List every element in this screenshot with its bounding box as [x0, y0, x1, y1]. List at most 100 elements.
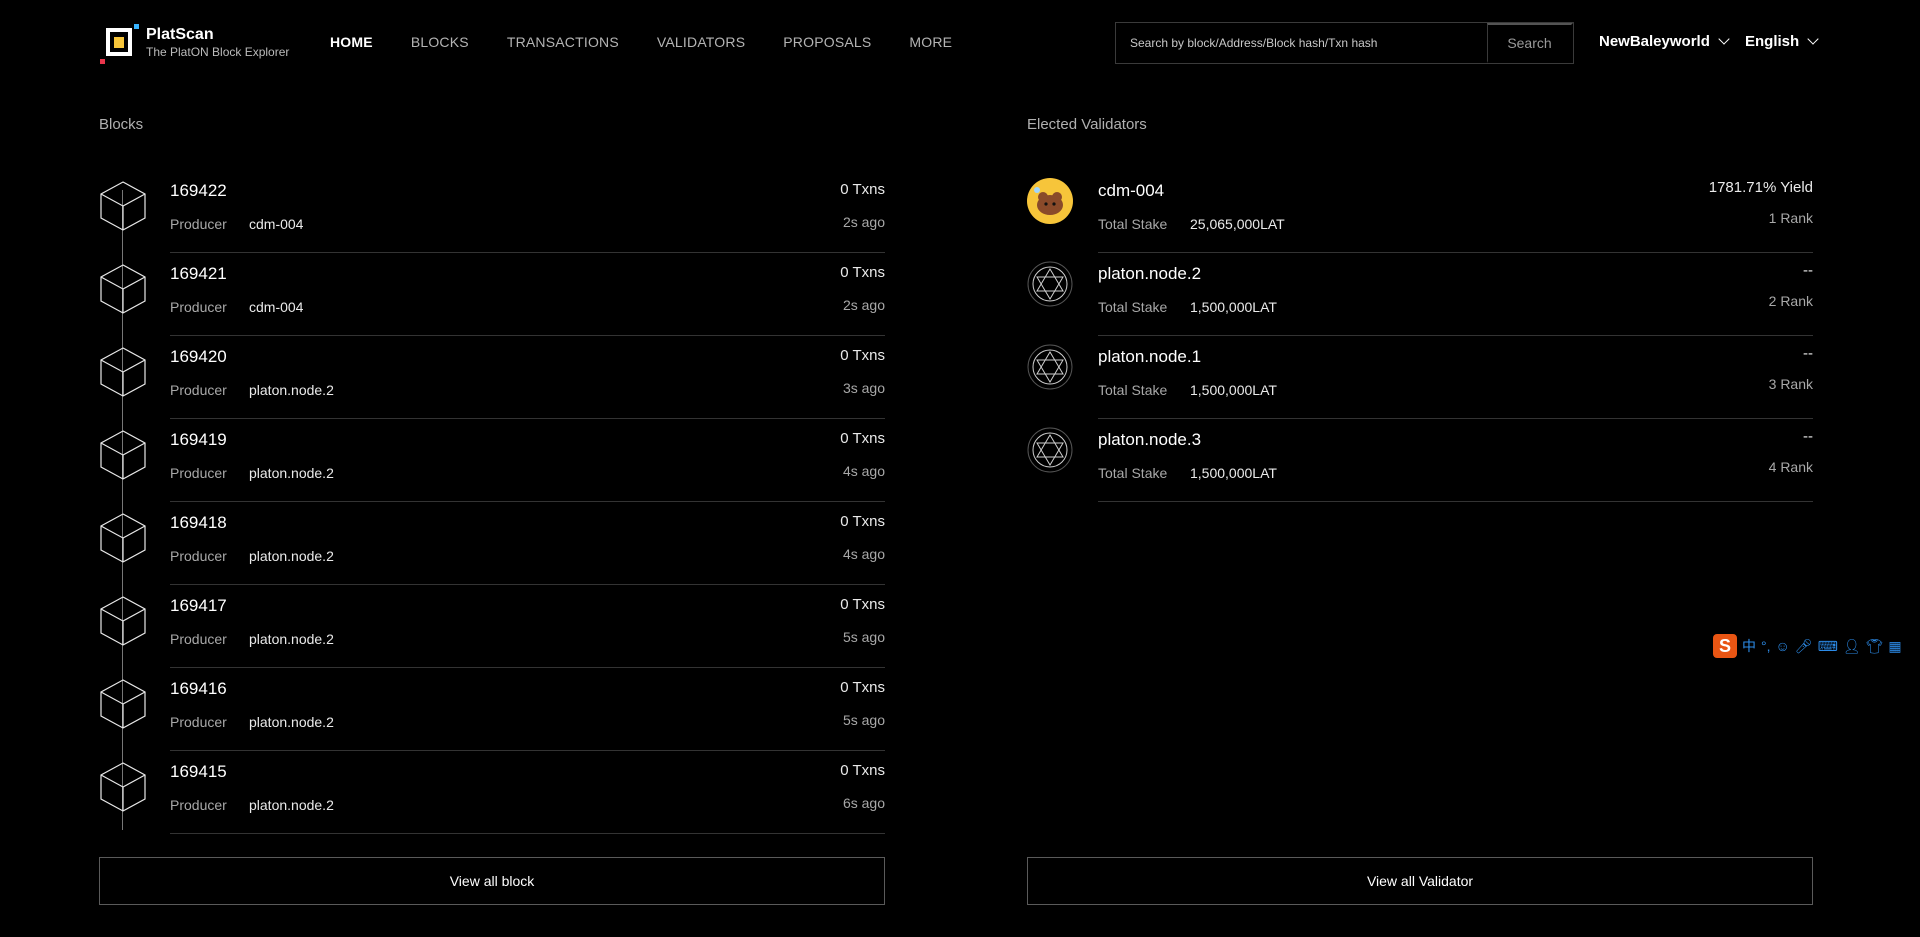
network-dropdown[interactable]: NewBaleyworld — [1599, 33, 1730, 50]
block-row[interactable]: 169418 Producer platon.node.2 0 Txns 4s ago — [99, 502, 885, 585]
producer-label: Producer — [170, 216, 227, 232]
stake-label: Total Stake — [1098, 216, 1168, 232]
block-row[interactable]: 169422 Producer cdm-004 0 Txns 2s ago — [99, 170, 885, 253]
block-number[interactable]: 169418 — [170, 513, 227, 533]
user-icon[interactable]: 👤︎ — [1843, 638, 1861, 655]
producer-name[interactable]: platon.node.2 — [249, 714, 334, 730]
validators-title: Elected Validators — [1027, 116, 1147, 133]
validator-yield: -- — [1803, 428, 1813, 445]
platon-logo-icon — [1027, 261, 1073, 307]
block-row[interactable]: 169416 Producer platon.node.2 0 Txns 5s ago — [99, 668, 885, 751]
stake-label: Total Stake — [1098, 465, 1168, 481]
stake-value: 25,065,000LAT — [1190, 216, 1285, 232]
validator-rank: 4 Rank — [1768, 459, 1813, 475]
block-number[interactable]: 169421 — [170, 264, 227, 284]
search-button[interactable]: Search — [1487, 23, 1573, 63]
validator-row[interactable]: platon.node.2 Total Stake 1,500,000LAT -- 2 … — [1027, 253, 1813, 336]
view-all-validators-button[interactable]: View all Validator — [1027, 857, 1813, 905]
block-number[interactable]: 169419 — [170, 430, 227, 450]
block-row[interactable]: 169419 Producer platon.node.2 0 Txns 4s ago — [99, 419, 885, 502]
sogou-logo-icon[interactable]: S — [1713, 634, 1737, 658]
block-age: 4s ago — [842, 546, 885, 562]
block-row[interactable]: 169420 Producer platon.node.2 0 Txns 3s ago — [99, 336, 885, 419]
validator-row[interactable]: platon.node.1 Total Stake 1,500,000LAT -- 3 … — [1027, 336, 1813, 419]
block-row[interactable]: 169421 Producer cdm-004 0 Txns 2s ago — [99, 253, 885, 336]
ime-toolbar: S 中 °, ☺ 🎤︎ ⌨ 👤︎ 👕︎ ▦ — [1713, 633, 1920, 659]
nav-transactions[interactable]: TRANSACTIONS — [507, 34, 619, 50]
block-cube-icon — [99, 180, 147, 232]
network-label: NewBaleyworld — [1599, 33, 1710, 50]
block-cube-icon — [99, 346, 147, 398]
txn-count: 0 Txns — [840, 596, 885, 613]
block-row[interactable]: 169415 Producer platon.node.2 0 Txns 6s ago — [99, 751, 885, 834]
validator-name[interactable]: platon.node.2 — [1098, 264, 1201, 284]
ime-punctuation[interactable]: °, — [1761, 638, 1771, 654]
producer-label: Producer — [170, 299, 227, 315]
block-age: 4s ago — [842, 463, 885, 479]
language-dropdown[interactable]: English — [1745, 33, 1819, 50]
producer-label: Producer — [170, 797, 227, 813]
producer-name[interactable]: platon.node.2 — [249, 631, 334, 647]
block-age: 5s ago — [842, 629, 885, 645]
block-cube-icon — [99, 429, 147, 481]
txn-count: 0 Txns — [840, 347, 885, 364]
grid-icon[interactable]: ▦ — [1888, 638, 1901, 655]
block-age: 3s ago — [842, 380, 885, 396]
block-row[interactable]: 169417 Producer platon.node.2 0 Txns 5s ago — [99, 585, 885, 668]
nav-more[interactable]: MORE — [909, 34, 952, 50]
producer-name[interactable]: platon.node.2 — [249, 382, 334, 398]
block-age: 2s ago — [842, 214, 885, 230]
stake-label: Total Stake — [1098, 382, 1168, 398]
logo-subtitle: The PlatON Block Explorer — [146, 45, 290, 59]
block-number[interactable]: 169420 — [170, 347, 227, 367]
producer-label: Producer — [170, 631, 227, 647]
block-age: 2s ago — [842, 297, 885, 313]
txn-count: 0 Txns — [840, 430, 885, 447]
chevron-down-icon — [1718, 33, 1730, 45]
search-bar: Search — [1115, 22, 1574, 64]
producer-name[interactable]: platon.node.2 — [249, 465, 334, 481]
txn-count: 0 Txns — [840, 264, 885, 281]
block-age: 5s ago — [842, 712, 885, 728]
txn-count: 0 Txns — [840, 679, 885, 696]
search-input[interactable] — [1116, 23, 1487, 63]
microphone-icon[interactable]: 🎤︎ — [1795, 638, 1813, 655]
header: PlatScan The PlatON Block Explorer HOME … — [0, 0, 1920, 86]
validator-row[interactable]: cdm-004 Total Stake 25,065,000LAT 1781.71% … — [1027, 170, 1813, 253]
block-age: 6s ago — [842, 795, 885, 811]
keyboard-icon[interactable]: ⌨ — [1818, 638, 1838, 655]
producer-name[interactable]: platon.node.2 — [249, 797, 334, 813]
validator-row[interactable]: platon.node.3 Total Stake 1,500,000LAT -- 4 … — [1027, 419, 1813, 502]
skin-icon[interactable]: 👕︎ — [1866, 638, 1884, 655]
blocks-title: Blocks — [99, 116, 144, 133]
blocks-list: 169422 Producer cdm-004 0 Txns 2s ago 169421 P… — [99, 170, 885, 834]
block-number[interactable]: 169422 — [170, 181, 227, 201]
block-cube-icon — [99, 595, 147, 647]
producer-label: Producer — [170, 548, 227, 564]
nav-blocks[interactable]: BLOCKS — [411, 34, 469, 50]
validator-name[interactable]: platon.node.1 — [1098, 347, 1201, 367]
logo[interactable]: PlatScan The PlatON Block Explorer — [100, 20, 340, 66]
txn-count: 0 Txns — [840, 181, 885, 198]
block-cube-icon — [99, 512, 147, 564]
validator-rank: 2 Rank — [1768, 293, 1813, 309]
block-number[interactable]: 169417 — [170, 596, 227, 616]
txn-count: 0 Txns — [840, 513, 885, 530]
validator-name[interactable]: platon.node.3 — [1098, 430, 1201, 450]
nav-validators[interactable]: VALIDATORS — [657, 34, 745, 50]
view-all-blocks-button[interactable]: View all block — [99, 857, 885, 905]
emoji-icon[interactable]: ☺ — [1776, 638, 1790, 654]
producer-name[interactable]: platon.node.2 — [249, 548, 334, 564]
producer-name[interactable]: cdm-004 — [249, 299, 303, 315]
producer-name[interactable]: cdm-004 — [249, 216, 303, 232]
nav-proposals[interactable]: PROPOSALS — [783, 34, 871, 50]
block-cube-icon — [99, 761, 147, 813]
validator-yield: -- — [1803, 345, 1813, 362]
ime-language[interactable]: 中 — [1742, 636, 1756, 656]
block-number[interactable]: 169416 — [170, 679, 227, 699]
nav-home[interactable]: HOME — [330, 34, 373, 50]
validator-yield: -- — [1803, 262, 1813, 279]
validator-name[interactable]: cdm-004 — [1098, 181, 1164, 201]
platon-logo-icon — [1027, 427, 1073, 473]
block-number[interactable]: 169415 — [170, 762, 227, 782]
